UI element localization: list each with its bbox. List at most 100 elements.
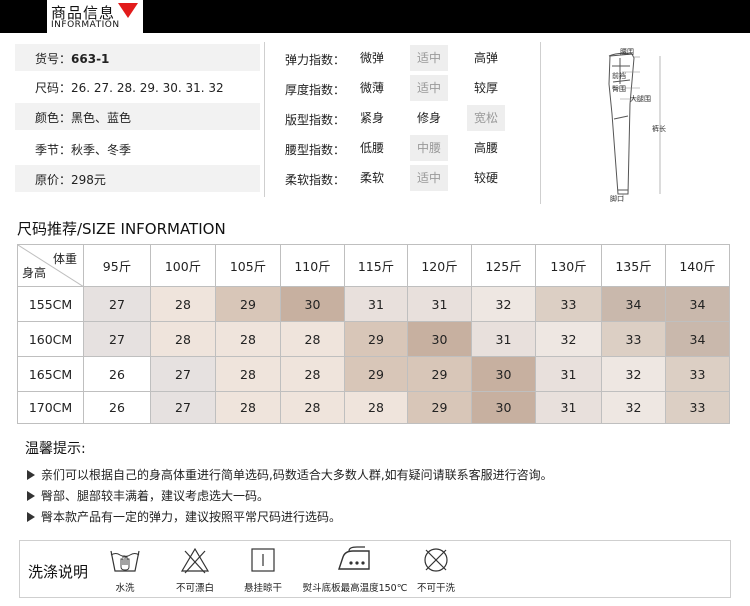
diagram-label-hem: 脚口	[610, 195, 624, 203]
tip-item: 亲们可以根据自己的身高体重进行简单选码,码数适合大多数人群,如有疑问请联系客服进…	[27, 466, 553, 483]
info-label: 颜色：	[35, 111, 72, 125]
size-cell: 27	[150, 391, 216, 424]
header-bar: 商品信息 INFORMATION	[0, 0, 750, 33]
size-cell: 29	[215, 286, 281, 322]
arrow-icon	[27, 512, 35, 522]
size-row: 165CM 26 27 28 28 29 29 30 31 32 33	[17, 356, 730, 392]
header-subtitle: INFORMATION	[51, 20, 120, 30]
size-cell: 31	[471, 321, 536, 357]
arrow-icon	[27, 491, 35, 501]
size-table: 体重 身高 95斤 100斤 105斤 110斤 115斤 120斤 125斤 130斤 135斤 1…	[17, 244, 730, 424]
divider	[540, 42, 541, 204]
info-row-sizes: 尺码：26. 27. 28. 29. 30. 31. 32	[15, 73, 260, 100]
info-label: 尺码：	[35, 81, 72, 95]
wash-label: 悬挂晾干	[243, 583, 282, 594]
wash-item: 不可漂白	[170, 545, 220, 594]
tip-item: 臀本款产品有一定的弹力，建议按照平常尺码进行选码。	[27, 508, 341, 525]
tips-title: 温馨提示:	[25, 441, 86, 457]
size-cell: 26	[83, 391, 151, 424]
arrow-icon	[27, 470, 35, 480]
index-option-selected: 适中	[410, 75, 448, 101]
info-row-colors: 颜色：黑色、蓝色	[15, 103, 260, 130]
info-label: 货号：	[35, 52, 72, 66]
info-value: 298元	[71, 173, 106, 187]
size-cell: 32	[601, 356, 666, 392]
size-cell: 31	[535, 391, 602, 424]
size-cell: 34	[601, 286, 666, 322]
info-value: 26. 27. 28. 29. 30. 31. 32	[71, 81, 224, 95]
index-option: 高腰	[473, 141, 498, 155]
info-value: 663-1	[71, 52, 110, 66]
wash-item: 不可干洗	[411, 545, 461, 594]
size-cell: 29	[344, 356, 408, 392]
size-cell: 32	[601, 391, 666, 424]
size-cell: 26	[83, 356, 151, 392]
size-cell: 29	[407, 356, 472, 392]
hand-wash-icon	[110, 550, 140, 572]
wash-label: 熨斗底板最高温度150℃	[302, 583, 408, 594]
index-option-selected: 宽松	[467, 105, 505, 131]
index-option: 微弹	[359, 51, 384, 65]
index-option-selected: 中腰	[410, 135, 448, 161]
size-cell: 27	[83, 321, 151, 357]
diagram-label-waist: 腰围	[620, 48, 634, 56]
weight-header-cell: 110斤	[280, 244, 345, 287]
info-value: 黑色、蓝色	[71, 111, 132, 125]
pants-diagram: 腰围 前裆 臀围 大腿围 裤长 脚口	[590, 44, 700, 204]
wash-label: 不可干洗	[416, 583, 455, 594]
size-cell: 30	[471, 356, 536, 392]
size-cell: 33	[665, 391, 730, 424]
size-cell: 28	[215, 356, 281, 392]
height-cell: 155CM	[17, 286, 84, 322]
weight-header-cell: 105斤	[215, 244, 281, 287]
size-cell: 32	[471, 286, 536, 322]
weight-header-cell: 135斤	[601, 244, 666, 287]
size-cell: 33	[601, 321, 666, 357]
size-cell: 28	[150, 321, 216, 357]
size-cell: 30	[407, 321, 472, 357]
index-option-selected: 适中	[410, 165, 448, 191]
wash-label: 水洗	[115, 583, 135, 594]
wash-item: 悬挂晾干	[238, 545, 288, 594]
weight-header-cell: 100斤	[150, 244, 216, 287]
info-label: 季节：	[35, 143, 72, 157]
size-cell: 31	[344, 286, 408, 322]
iron-icon	[338, 546, 370, 570]
index-option: 微薄	[359, 81, 384, 95]
index-option: 柔软	[359, 171, 384, 185]
size-cell: 34	[665, 321, 730, 357]
no-bleach-icon	[180, 547, 210, 574]
size-cell: 28	[280, 391, 345, 424]
wash-item: 水洗	[108, 545, 142, 594]
index-option: 低腰	[359, 141, 384, 155]
size-header-row: 体重 身高 95斤 100斤 105斤 110斤 115斤 120斤 125斤 130斤 135斤 1…	[17, 244, 730, 287]
weight-header-cell: 130斤	[535, 244, 602, 287]
index-option-selected: 适中	[410, 45, 448, 71]
corner-weight-label: 体重	[52, 252, 77, 266]
size-cell: 28	[344, 391, 408, 424]
weight-header-cell: 115斤	[344, 244, 408, 287]
info-value: 秋季、冬季	[71, 143, 132, 157]
index-label: 版型指数：	[285, 113, 346, 127]
size-cell: 34	[665, 286, 730, 322]
size-cell: 32	[535, 321, 602, 357]
index-label: 弹力指数：	[285, 53, 346, 67]
pants-outline-icon	[608, 52, 661, 200]
index-label: 柔软指数：	[285, 173, 346, 187]
height-cell: 165CM	[17, 356, 84, 392]
tip-text: 臀本款产品有一定的弹力，建议按照平常尺码进行选码。	[41, 510, 342, 524]
tip-text: 亲们可以根据自己的身高体重进行简单选码,码数适合大多数人群,如有疑问请联系客服进…	[41, 468, 553, 482]
index-label: 厚度指数：	[285, 83, 346, 97]
info-row-item-no: 货号：663-1	[15, 44, 260, 71]
info-label: 原价：	[35, 173, 72, 187]
index-option: 高弹	[473, 51, 498, 65]
wash-label: 不可漂白	[175, 583, 214, 594]
size-cell: 31	[535, 356, 602, 392]
info-row-price: 原价：298元	[15, 165, 260, 192]
height-cell: 170CM	[17, 391, 84, 424]
size-cell: 33	[535, 286, 602, 322]
no-tumble-dry-icon	[424, 548, 448, 572]
divider	[264, 42, 265, 197]
index-option: 修身	[416, 111, 441, 125]
size-row: 155CM 27 28 29 30 31 31 32 33 34 34	[17, 286, 730, 322]
